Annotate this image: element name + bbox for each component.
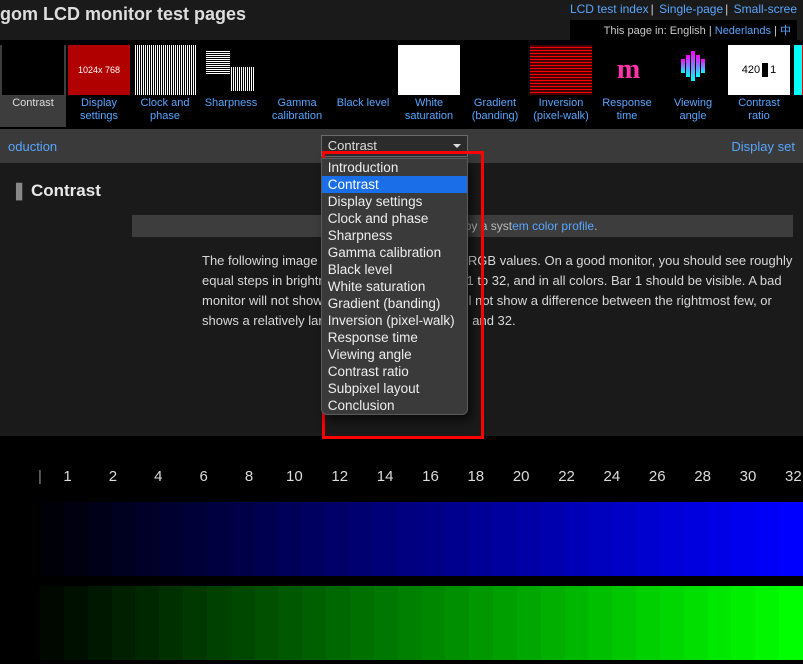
- option-contrast-ratio[interactable]: Contrast ratio: [322, 363, 467, 380]
- thumb-clock-and-phase[interactable]: Clock and phase: [132, 45, 198, 127]
- option-white-saturation[interactable]: White saturation: [322, 278, 467, 295]
- tick-16: 16: [421, 468, 440, 485]
- tick-4: 4: [149, 468, 168, 485]
- option-black-level[interactable]: Black level: [322, 261, 467, 278]
- thumb-display-settings[interactable]: 1024x 768Display settings: [66, 45, 132, 127]
- link-small-screen[interactable]: Small-scree: [734, 2, 797, 16]
- site-title: gom LCD monitor test pages: [0, 2, 246, 29]
- option-subpixel-layout[interactable]: Subpixel layout: [322, 380, 467, 397]
- tick-18: 18: [466, 468, 485, 485]
- tick-8: 8: [239, 468, 258, 485]
- nav-bar: oduction Contrast IntroductionContrastDi…: [0, 129, 803, 163]
- lang-link-zh[interactable]: 中: [780, 25, 791, 37]
- intro-paragraph: The following image shows bars of increa…: [202, 251, 793, 332]
- option-clock-and-phase[interactable]: Clock and phase: [322, 210, 467, 227]
- option-gamma-calibration[interactable]: Gamma calibration: [322, 244, 467, 261]
- page-select-dropdown[interactable]: IntroductionContrastDisplay settingsCloc…: [321, 158, 468, 415]
- thumb-label: Black level: [332, 97, 394, 123]
- option-sharpness[interactable]: Sharpness: [322, 227, 467, 244]
- thumb-label: Contrast ratio: [728, 97, 790, 123]
- option-gradient-banding-[interactable]: Gradient (banding): [322, 295, 467, 312]
- tick-14: 14: [375, 468, 394, 485]
- tick-20: 20: [512, 468, 531, 485]
- thumb-contrast[interactable]: Contrast: [0, 45, 66, 127]
- thumb-label: Clock and phase: [134, 97, 196, 123]
- tick-2: 2: [103, 468, 122, 485]
- thumb-viewing-angle[interactable]: Viewing angle: [660, 45, 726, 127]
- tick-1: 1: [58, 468, 77, 485]
- page-select[interactable]: Contrast: [321, 135, 468, 157]
- language-bar: This page in: English | Nederlands | 中: [570, 20, 797, 40]
- thumb-black-level[interactable]: Black level: [330, 45, 396, 127]
- option-contrast[interactable]: Contrast: [322, 176, 467, 193]
- option-viewing-angle[interactable]: Viewing angle: [322, 346, 467, 363]
- option-introduction[interactable]: Introduction: [322, 159, 467, 176]
- tick-|: |: [38, 468, 42, 485]
- option-conclusion[interactable]: Conclusion: [322, 397, 467, 414]
- tick-28: 28: [693, 468, 712, 485]
- link-lcd-test-index[interactable]: LCD test index: [570, 2, 649, 16]
- thumb-label: White saturation: [398, 97, 460, 123]
- notice-post: .: [594, 219, 597, 233]
- tick-26: 26: [648, 468, 667, 485]
- option-response-time[interactable]: Response time: [322, 329, 467, 346]
- tick-30: 30: [738, 468, 757, 485]
- tick-12: 12: [330, 468, 349, 485]
- next-link[interactable]: Display set: [731, 139, 795, 154]
- thumb-label: Inversion (pixel-walk): [530, 97, 592, 123]
- thumb-label: Contrast: [2, 97, 64, 123]
- lang-link-nl[interactable]: Nederlands: [715, 25, 771, 37]
- top-links: LCD test index| Single-page| Small-scree: [570, 2, 797, 16]
- tick-10: 10: [285, 468, 304, 485]
- thumb-gamma-calibration[interactable]: Gamma calibration: [264, 45, 330, 127]
- thumb-label: Sub lay: [794, 97, 803, 123]
- thumb-label: Display settings: [68, 97, 130, 123]
- contrast-test-area: |12468101214161820222426283032: [0, 436, 803, 664]
- prev-link[interactable]: oduction: [8, 139, 57, 154]
- thumb-gradient-banding-[interactable]: Gradient (banding): [462, 45, 528, 127]
- tick-22: 22: [557, 468, 576, 485]
- thumb-inversion-pixel-walk-[interactable]: Inversion (pixel-walk): [528, 45, 594, 127]
- lang-current: English: [670, 25, 706, 37]
- thumb-sub-lay[interactable]: Sub lay: [792, 45, 803, 127]
- option-display-settings[interactable]: Display settings: [322, 193, 467, 210]
- thumb-response-time[interactable]: mResponse time: [594, 45, 660, 127]
- thumb-contrast-ratio[interactable]: 420 1Contrast ratio: [726, 45, 792, 127]
- thumbnail-strip: Contrast1024x 768Display settingsClock a…: [0, 40, 803, 129]
- thumb-label: Viewing angle: [662, 97, 724, 123]
- option-inversion-pixel-walk-[interactable]: Inversion (pixel-walk): [322, 312, 467, 329]
- lang-label: This page in:: [604, 25, 667, 37]
- thumb-white-saturation[interactable]: White saturation: [396, 45, 462, 127]
- notice-link[interactable]: em color profile: [512, 219, 594, 233]
- tick-24: 24: [602, 468, 621, 485]
- tick-32: 32: [784, 468, 803, 485]
- link-single-page[interactable]: Single-page: [659, 2, 723, 16]
- thumb-label: Gradient (banding): [464, 97, 526, 123]
- thumb-label: Gamma calibration: [266, 97, 328, 123]
- blue-band: [40, 502, 803, 576]
- thumb-sharpness[interactable]: Sharpness: [198, 45, 264, 127]
- tick-6: 6: [194, 468, 213, 485]
- thumb-label: Response time: [596, 97, 658, 123]
- green-band: [40, 586, 803, 660]
- thumb-label: Sharpness: [200, 97, 262, 123]
- tick-labels: |12468101214161820222426283032: [38, 468, 803, 485]
